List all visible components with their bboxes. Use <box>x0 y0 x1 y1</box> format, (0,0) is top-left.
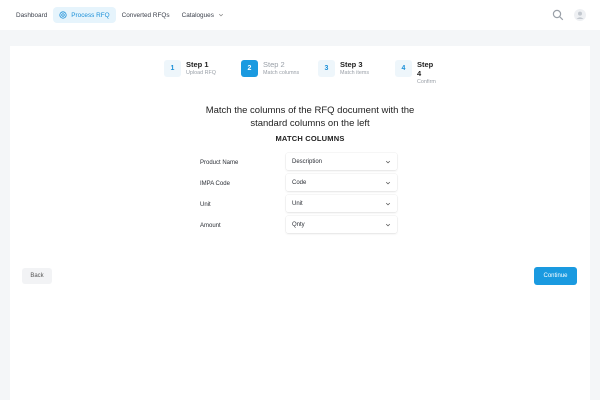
nav-item-process-rfq[interactable]: Process RFQ <box>53 7 116 23</box>
step-title: Step 4 <box>417 60 434 78</box>
page-heading: Match the columns of the RFQ document wi… <box>205 105 415 129</box>
step-title: Step 3 <box>340 60 363 69</box>
select-value: Unit <box>292 200 303 207</box>
chevron-down-icon <box>385 223 391 226</box>
step-3: 3 Step 3 Match items <box>318 60 395 86</box>
column-mapping-list: Product Name Description IMPA Code Code … <box>200 151 397 235</box>
chevron-down-icon <box>385 160 391 163</box>
column-select-impa-code[interactable]: Code <box>286 174 397 191</box>
step-number: 3 <box>318 60 335 77</box>
mapping-label: Unit <box>200 201 211 208</box>
section-title: MATCH COLUMNS <box>275 134 345 143</box>
step-title: Step 1 <box>186 60 209 69</box>
column-select-amount[interactable]: Qnty <box>286 216 397 233</box>
nav-item-dashboard[interactable]: Dashboard <box>10 8 53 23</box>
select-value: Code <box>292 179 307 186</box>
step-number: 4 <box>395 60 412 77</box>
step-title: Step 2 <box>263 60 285 69</box>
step-number: 1 <box>164 60 181 77</box>
select-value: Qnty <box>292 221 305 228</box>
nav-item-catalogues[interactable]: Catalogues <box>176 8 230 23</box>
stepper: 1 Step 1 Upload RFQ 2 Step 2 Match colum… <box>164 60 439 86</box>
mapping-label: Product Name <box>200 159 239 166</box>
top-navigation: Dashboard Process RFQ Converted RFQs Cat… <box>0 0 600 30</box>
chevron-down-icon <box>385 202 391 205</box>
target-icon <box>59 11 67 19</box>
column-select-product-name[interactable]: Description <box>286 153 397 170</box>
select-value: Description <box>292 158 323 165</box>
mapping-row-unit: Unit Unit <box>200 193 397 214</box>
step-4: 4 Step 4 Confirm <box>395 60 439 86</box>
mapping-label: IMPA Code <box>200 180 230 187</box>
mapping-row-amount: Amount Qnty <box>200 214 397 235</box>
step-2: 2 Step 2 Match columns <box>241 60 318 86</box>
mapping-row-product-name: Product Name Description <box>200 151 397 172</box>
nav-menu: Dashboard Process RFQ Converted RFQs Cat… <box>10 7 230 23</box>
chevron-down-icon <box>218 13 223 17</box>
step-subtitle: Confirm <box>417 79 436 85</box>
nav-item-label: Converted RFQs <box>121 11 170 19</box>
user-icon[interactable] <box>574 9 586 21</box>
nav-item-label: Process RFQ <box>71 11 110 19</box>
step-subtitle: Match items <box>340 70 370 76</box>
step-subtitle: Match columns <box>263 70 300 76</box>
nav-actions <box>552 9 586 21</box>
mapping-label: Amount <box>200 222 221 229</box>
step-1: 1 Step 1 Upload RFQ <box>164 60 241 86</box>
content-card: 1 Step 1 Upload RFQ 2 Step 2 Match colum… <box>10 46 590 400</box>
step-subtitle: Upload RFQ <box>186 70 216 76</box>
mapping-row-impa-code: IMPA Code Code <box>200 172 397 193</box>
chevron-down-icon <box>385 181 391 184</box>
nav-item-label: Catalogues <box>181 11 214 19</box>
step-number: 2 <box>241 60 258 77</box>
continue-button[interactable]: Continue <box>534 267 577 285</box>
nav-item-converted-rfqs[interactable]: Converted RFQs <box>116 8 176 23</box>
search-icon[interactable] <box>552 9 564 21</box>
nav-item-label: Dashboard <box>16 11 48 19</box>
back-button[interactable]: Back <box>22 268 52 284</box>
column-select-unit[interactable]: Unit <box>286 195 397 212</box>
